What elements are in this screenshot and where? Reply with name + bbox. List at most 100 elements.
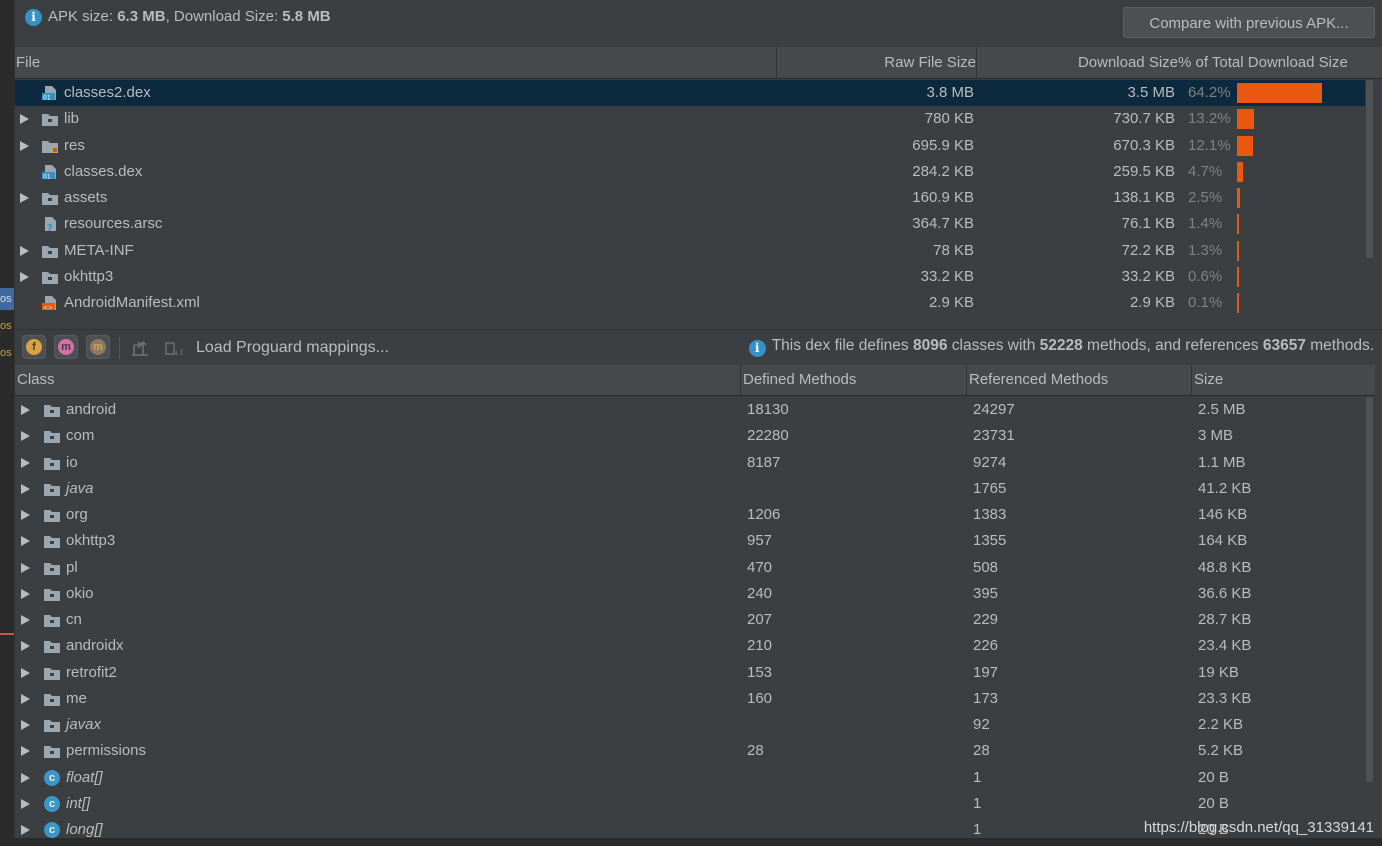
strip-tag[interactable]: os: [0, 315, 14, 337]
file-name: AndroidManifest.xml: [64, 294, 200, 311]
class-name: int[]: [66, 794, 91, 812]
raw-file-size: 160.9 KB: [912, 189, 974, 206]
referenced-methods: 197: [973, 663, 999, 681]
file-row[interactable]: <> AndroidManifest.xml 2.9 KB 2.9 KB 0.1%: [15, 290, 1365, 316]
file-row[interactable]: META-INF 78 KB 72.2 KB 1.3%: [15, 238, 1365, 264]
expand-arrow-icon[interactable]: [21, 483, 30, 494]
file-name: resources.arsc: [64, 215, 163, 233]
defined-methods: 240: [747, 584, 773, 602]
column-header-defined-methods[interactable]: Defined Methods: [741, 365, 967, 395]
expand-arrow-icon[interactable]: [21, 772, 30, 783]
expand-arrow-icon[interactable]: [21, 720, 30, 730]
column-header-class[interactable]: Class: [15, 365, 741, 395]
class-size: 48.8 KB: [1198, 558, 1252, 576]
show-referenced-button[interactable]: m: [86, 335, 110, 359]
expand-arrow-icon[interactable]: [21, 588, 30, 599]
download-size: 2.9 KB: [1129, 294, 1175, 311]
expand-arrow-icon[interactable]: [21, 746, 30, 757]
download-size: 33.2 KB: [1121, 267, 1175, 285]
class-row[interactable]: com 22280 23731 3 MB: [15, 423, 1365, 449]
file-row[interactable]: 01 classes2.dex 3.8 MB 3.5 MB 64.2%: [15, 80, 1365, 107]
class-table-body: android 18130 24297 2.5 MB com 22280 23731 3 MB…: [15, 397, 1365, 843]
file-row[interactable]: 01 classes.dex 284.2 KB 259.5 KB 4.7%: [15, 159, 1365, 185]
class-name: org: [66, 506, 88, 523]
download-share-bar: [1237, 240, 1239, 261]
show-methods-button[interactable]: m: [54, 335, 78, 359]
class-table-scrollbar[interactable]: [1366, 397, 1373, 782]
expand-arrow-icon[interactable]: [21, 667, 30, 678]
column-header-size[interactable]: Size: [1192, 365, 1375, 395]
expand-arrow-icon[interactable]: [21, 405, 30, 415]
class-size: 23.3 KB: [1198, 689, 1252, 707]
class-row[interactable]: okhttp3 957 1355 164 KB: [15, 528, 1365, 554]
expand-arrow-icon[interactable]: [20, 114, 29, 125]
referenced-methods: 1765: [973, 479, 1007, 497]
field-icon: f: [26, 339, 42, 355]
class-row[interactable]: javax 92 2.2 KB: [15, 712, 1365, 738]
expand-arrow-icon[interactable]: [21, 431, 30, 442]
class-row[interactable]: java 1765 41.2 KB: [15, 476, 1365, 502]
defined-methods: 28: [747, 742, 764, 760]
expand-arrow-icon[interactable]: [21, 693, 30, 704]
deobfuscate-icon[interactable]: a.b: [165, 340, 183, 356]
file-row[interactable]: res 695.9 KB 670.3 KB 12.1%: [15, 133, 1365, 159]
class-row[interactable]: me 160 173 23.3 KB: [15, 686, 1365, 712]
expand-arrow-icon[interactable]: [20, 271, 29, 282]
column-header-download-size[interactable]: Download Size: [977, 47, 1178, 78]
raw-file-size: 3.8 MB: [926, 84, 974, 101]
expand-arrow-icon[interactable]: [21, 536, 30, 547]
download-share-bar: [1237, 293, 1239, 313]
expand-arrow-icon[interactable]: [20, 140, 29, 151]
expand-arrow-icon[interactable]: [20, 193, 29, 203]
file-table-header: File Raw File Size Download Size % of To…: [15, 47, 1382, 79]
class-row[interactable]: c float[] 1 20 B: [15, 765, 1365, 791]
download-share-bar: [1237, 83, 1322, 103]
file-row[interactable]: lib 780 KB 730.7 KB 13.2%: [15, 106, 1365, 132]
unknown-file-icon: ?: [45, 217, 56, 232]
class-row[interactable]: io 8187 9274 1.1 MB: [15, 450, 1365, 476]
expand-arrow-icon[interactable]: [21, 510, 30, 520]
class-row[interactable]: androidx 210 226 23.4 KB: [15, 633, 1365, 659]
dex-info-mid-2: methods, and references: [1082, 337, 1263, 354]
show-fields-button[interactable]: f: [22, 335, 46, 359]
svg-text:01: 01: [43, 173, 51, 180]
svg-text:01: 01: [43, 95, 51, 102]
file-name: lib: [64, 110, 80, 128]
column-header-raw-size[interactable]: Raw File Size: [777, 47, 977, 78]
expand-arrow-icon[interactable]: [21, 825, 30, 835]
file-row[interactable]: ? resources.arsc 364.7 KB 76.1 KB 1.4%: [15, 211, 1365, 237]
class-name: okio: [66, 584, 94, 602]
raw-file-size: 2.9 KB: [928, 294, 974, 311]
strip-tag[interactable]: os: [0, 288, 14, 310]
column-header-referenced-methods[interactable]: Referenced Methods: [967, 365, 1192, 395]
column-header-file[interactable]: File: [15, 47, 777, 78]
class-row[interactable]: android 18130 24297 2.5 MB: [15, 397, 1365, 423]
expand-all-icon[interactable]: [131, 339, 151, 357]
class-row[interactable]: cn 207 229 28.7 KB: [15, 607, 1365, 633]
class-icon: c: [44, 769, 60, 786]
expand-arrow-icon[interactable]: [20, 245, 29, 256]
expand-arrow-icon[interactable]: [21, 641, 30, 652]
file-row[interactable]: assets 160.9 KB 138.1 KB 2.5%: [15, 185, 1365, 211]
expand-arrow-icon[interactable]: [21, 798, 30, 809]
column-header-percent[interactable]: % of Total Download Size: [1178, 47, 1382, 78]
load-proguard-mappings-link[interactable]: Load Proguard mappings...: [196, 339, 389, 357]
strip-tag[interactable]: os: [0, 342, 14, 364]
package-folder-icon: [44, 483, 60, 496]
file-name: META-INF: [64, 241, 134, 259]
class-row[interactable]: org 1206 1383 146 KB: [15, 502, 1365, 528]
defined-methods: 160: [747, 689, 773, 707]
class-row[interactable]: permissions 28 28 5.2 KB: [15, 738, 1365, 764]
compare-apk-button[interactable]: Compare with previous APK...: [1123, 7, 1375, 38]
file-table-scrollbar[interactable]: [1366, 80, 1373, 258]
download-share-bar: [1237, 214, 1239, 235]
class-row[interactable]: c int[] 1 20 B: [15, 791, 1365, 817]
class-size: 2.2 KB: [1198, 716, 1244, 733]
class-row[interactable]: retrofit2 153 197 19 KB: [15, 660, 1365, 686]
class-row[interactable]: okio 240 395 36.6 KB: [15, 581, 1365, 607]
file-row[interactable]: okhttp3 33.2 KB 33.2 KB 0.6%: [15, 264, 1365, 290]
expand-arrow-icon[interactable]: [21, 615, 30, 625]
expand-arrow-icon[interactable]: [21, 457, 30, 468]
class-row[interactable]: pl 470 508 48.8 KB: [15, 555, 1365, 581]
expand-arrow-icon[interactable]: [21, 562, 30, 573]
